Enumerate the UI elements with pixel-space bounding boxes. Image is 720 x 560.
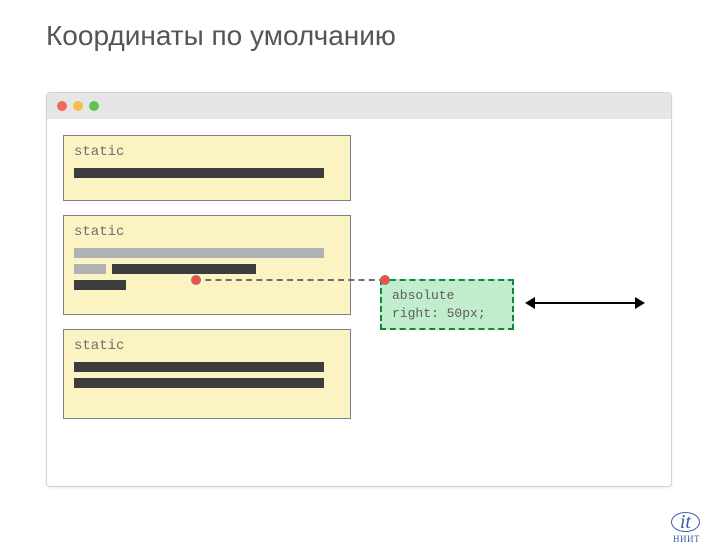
static-block-3: static (63, 329, 351, 419)
origin-dot-icon (191, 275, 201, 285)
target-dot-icon (380, 275, 390, 285)
maximize-icon (89, 101, 99, 111)
arrow-line (535, 302, 635, 304)
browser-window: static static static absolute righ (46, 92, 672, 487)
footer-logo: it НИИТ (671, 512, 700, 542)
absolute-label-line1: absolute (392, 287, 502, 305)
content-bar (74, 280, 126, 290)
block-label: static (74, 224, 340, 240)
block-label: static (74, 144, 340, 160)
logo-mark: it (671, 512, 700, 532)
close-icon (57, 101, 67, 111)
slide-title: Координаты по умолчанию (46, 20, 720, 52)
content-bar (74, 362, 324, 372)
static-block-2: static (63, 215, 351, 315)
minimize-icon (73, 101, 83, 111)
arrow-left-head (525, 297, 535, 309)
content-bar (112, 264, 256, 274)
window-titlebar (47, 93, 671, 119)
absolute-label-line2: right: 50px; (392, 305, 502, 323)
page-content: static static static absolute righ (47, 119, 671, 486)
absolute-box: absolute right: 50px; (380, 279, 514, 330)
horizontal-arrow-icon (525, 297, 645, 309)
logo-subtext: НИИТ (671, 536, 700, 542)
content-bar (74, 264, 106, 274)
static-block-1: static (63, 135, 351, 201)
content-bar (74, 378, 324, 388)
block-label: static (74, 338, 340, 354)
connector-line (195, 279, 385, 281)
arrow-right-head (635, 297, 645, 309)
content-bar (74, 168, 324, 178)
content-bar (74, 248, 324, 258)
